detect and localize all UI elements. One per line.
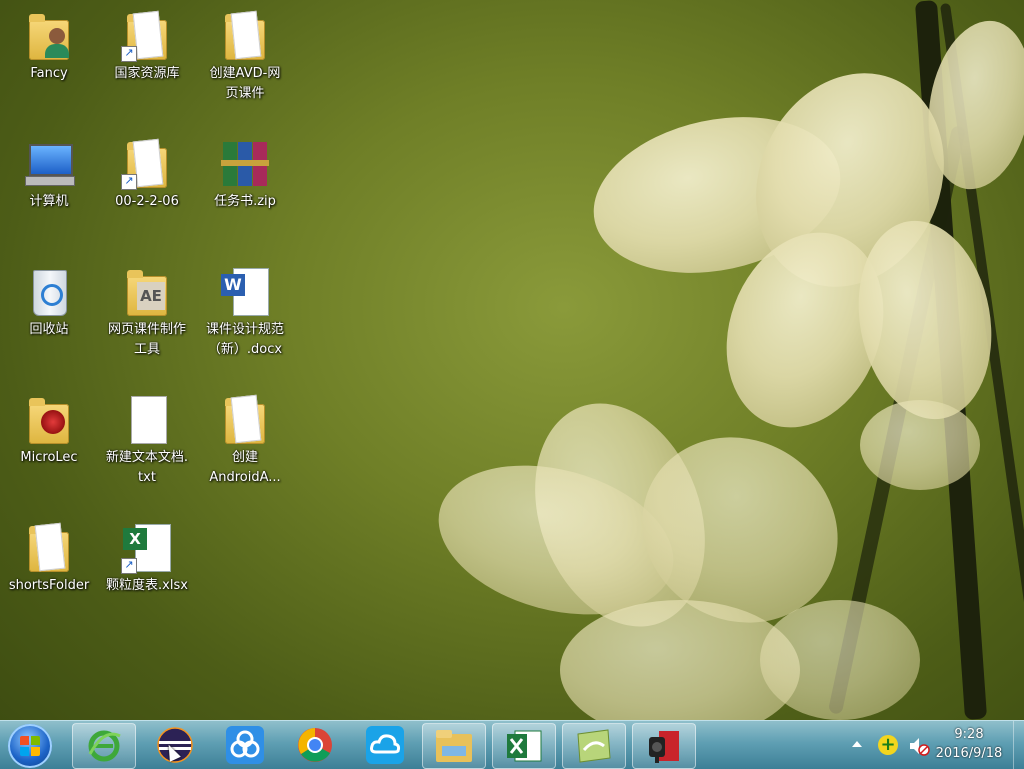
desktop-icon-label: shortsFolder [8, 578, 90, 593]
start-button[interactable] [8, 724, 52, 768]
folder-icon [23, 522, 75, 574]
folder-shortcut-icon: ↗ [121, 10, 173, 62]
desktop-icon[interactable]: shortsFolder [0, 518, 98, 596]
file-explorer-icon [436, 730, 472, 762]
desktop-icon-label: 国家资源库 [114, 66, 180, 81]
system-tray: + 9:28 2016/9/18 [824, 721, 1024, 769]
desktop-icon-label: 创建 AndroidA... [209, 450, 281, 485]
taskbar-file-explorer-button[interactable] [422, 723, 486, 769]
desktop-icon-label: 新建文本文档. txt [105, 450, 189, 485]
taskbar-excel-button[interactable] [492, 723, 556, 769]
chrome-icon [298, 728, 332, 762]
taskbar-cloud-sync-button[interactable] [354, 723, 416, 767]
screen-recorder-icon [649, 731, 679, 763]
clock[interactable]: 9:28 2016/9/18 [924, 725, 1014, 763]
desktop-icon[interactable]: X ↗ 颗粒度表.xlsx [98, 518, 196, 596]
desktop-icon[interactable]: 新建文本文档. txt [98, 390, 196, 488]
taskbar-presentation-button[interactable] [562, 723, 626, 769]
desktop-icon-label: 颗粒度表.xlsx [106, 578, 188, 593]
excel-shortcut-icon: X ↗ [121, 522, 173, 574]
taskbar-ie-button[interactable] [72, 723, 136, 769]
desktop-icon[interactable]: MicroLec [0, 390, 98, 468]
taskbar: + 9:28 2016/9/18 [0, 720, 1024, 769]
recycle-bin-icon [23, 266, 75, 318]
desktop-icon-label: 网页课件制作 工具 [107, 322, 186, 357]
desktop-icon-label: Fancy [30, 66, 68, 81]
folder-shortcut-icon: ↗ [121, 138, 173, 190]
desktop-icon[interactable]: ↗ 00-2-2-06 [98, 134, 196, 212]
desktop-icon[interactable]: 创建 AndroidA... [196, 390, 294, 488]
ie-browser-icon [88, 730, 121, 762]
desktop-icon[interactable]: 计算机 [0, 134, 98, 212]
desktop-icon[interactable]: 回收站 [0, 262, 98, 340]
excel-icon [507, 730, 542, 762]
winrar-archive-icon [219, 138, 271, 190]
taskbar-chrome-button[interactable] [284, 723, 346, 767]
microlec-folder-icon [23, 394, 75, 446]
taskbar-recorder-button[interactable] [632, 723, 696, 769]
desktop-icon-label: MicroLec [20, 450, 78, 465]
network-plus-icon[interactable]: + [878, 735, 898, 755]
folder-icon [219, 10, 271, 62]
baidu-cloud-icon [226, 726, 264, 764]
desktop-icon-label: 计算机 [29, 194, 69, 209]
desktop-icon[interactable]: W 课件设计规范 （新）.docx [196, 262, 294, 360]
cloud-sync-icon [366, 726, 404, 764]
desktop-icon[interactable]: AE 网页课件制作 工具 [98, 262, 196, 360]
show-hidden-icons-chevron[interactable] [852, 741, 862, 747]
desktop-icon[interactable]: 任务书.zip [196, 134, 294, 212]
user-folder-icon [23, 10, 75, 62]
word-document-icon: W [219, 266, 271, 318]
ae-folder-icon: AE [121, 266, 173, 318]
desktop-icon-label: 00-2-2-06 [115, 194, 179, 209]
presentation-app-icon [577, 729, 611, 763]
desktop-icon[interactable]: Fancy [0, 6, 98, 84]
text-document-icon [121, 394, 173, 446]
show-desktop-button[interactable] [1013, 721, 1024, 769]
windows-start-icon [20, 736, 40, 756]
taskbar-baidu-cloud-button[interactable] [214, 723, 276, 767]
desktop-icon[interactable]: ↗ 国家资源库 [98, 6, 196, 84]
desktop-icon-label: 任务书.zip [214, 194, 276, 209]
clock-time: 9:28 [954, 727, 984, 742]
desktop-icon-label: 创建AVD-网 页课件 [209, 66, 281, 101]
desktop-icon[interactable]: 创建AVD-网 页课件 [196, 6, 294, 104]
desktop-icon-label: 课件设计规范 （新）.docx [205, 322, 284, 357]
computer-icon [23, 138, 75, 190]
clock-date: 2016/9/18 [935, 746, 1003, 761]
folder-icon [219, 394, 271, 446]
desktop-icon-label: 回收站 [29, 322, 69, 337]
desktop-icons: Fancy ↗ 国家资源库 创建AVD-网 页课件计算机 ↗ 00-2-2-06 任务书.z… [0, 0, 300, 720]
